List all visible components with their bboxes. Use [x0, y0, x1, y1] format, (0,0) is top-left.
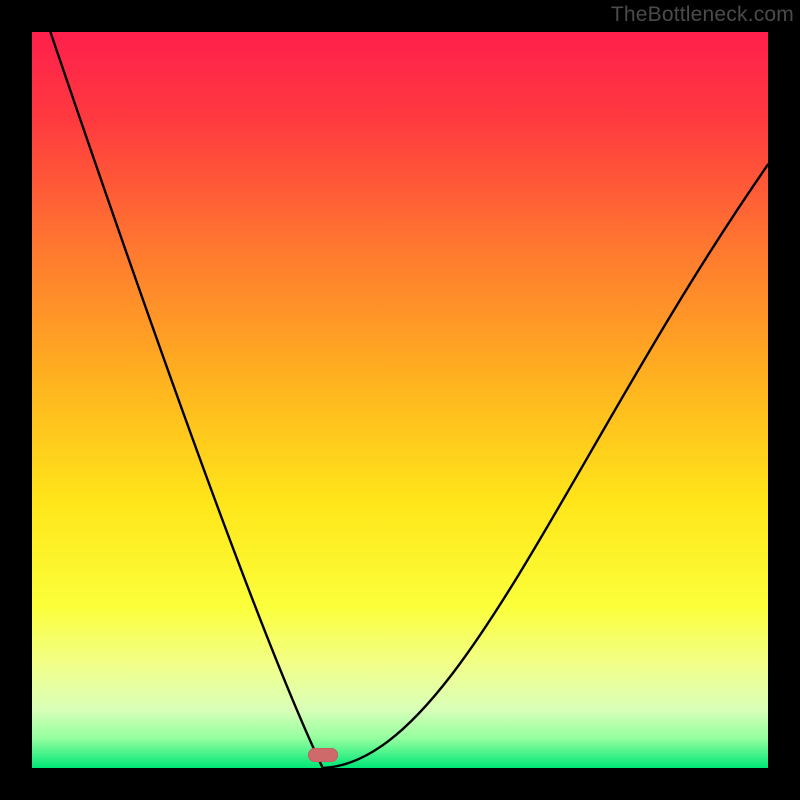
bottleneck-curve	[32, 32, 768, 768]
optimum-marker	[308, 748, 338, 762]
curve-path	[50, 32, 768, 768]
watermark-text: TheBottleneck.com	[611, 4, 794, 25]
plot-area	[32, 32, 768, 768]
chart-frame: TheBottleneck.com	[0, 0, 800, 800]
